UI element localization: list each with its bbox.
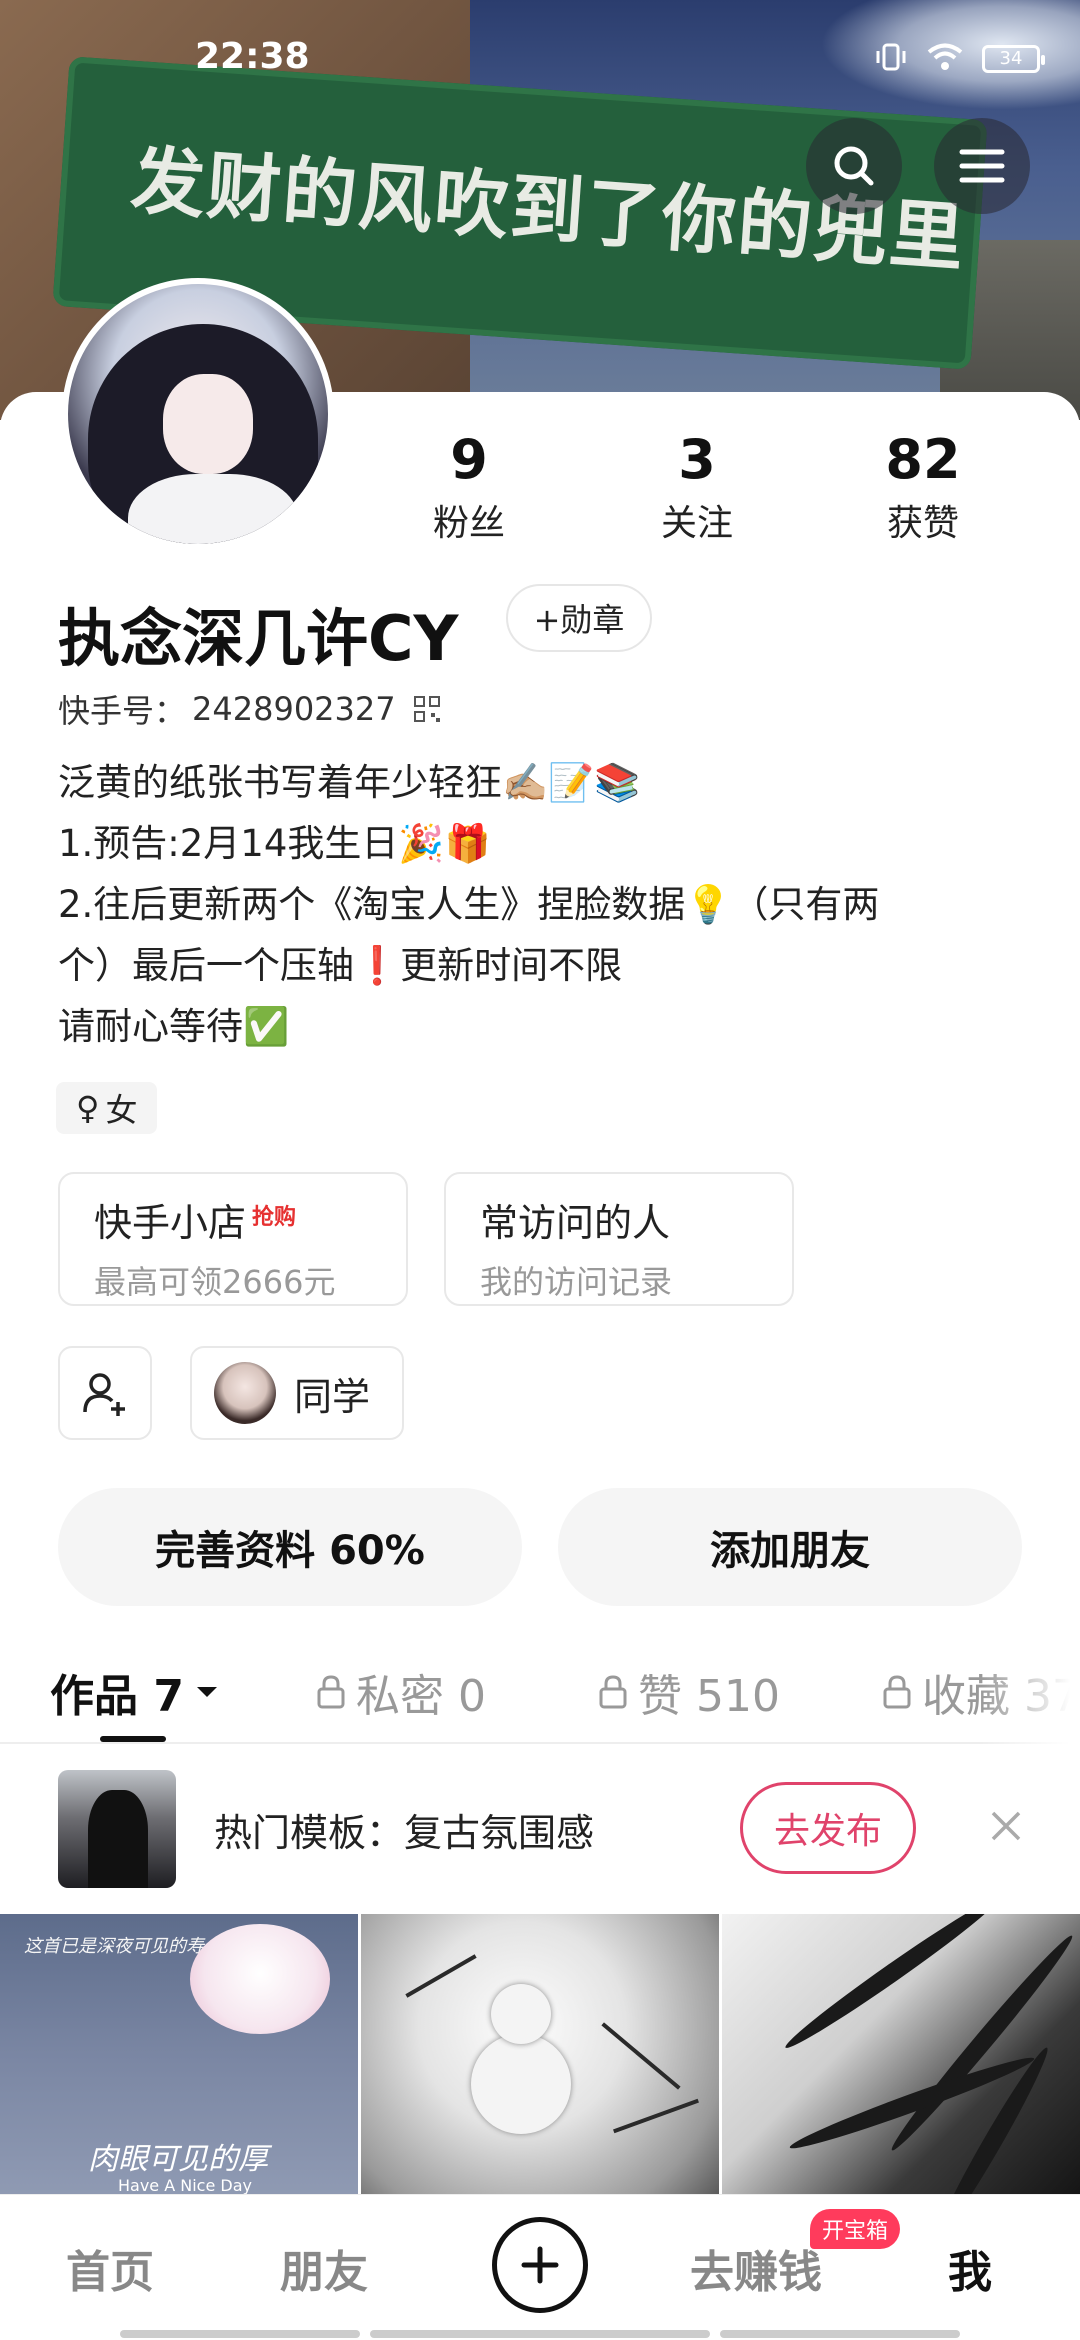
caret-down-icon — [196, 1687, 217, 1697]
stat-followers-label: 粉丝 — [432, 503, 505, 544]
kuaishou-id-value: 2428902327 — [192, 690, 396, 728]
tab-works[interactable]: 作品 7 — [50, 1640, 220, 1744]
nav-earn[interactable]: 去赚钱 — [676, 2195, 836, 2340]
close-icon — [991, 1811, 1021, 1841]
stat-likes-value: 82 — [885, 428, 961, 491]
status-time: 22:38 — [195, 36, 310, 77]
tab-liked-label: 赞 510 — [638, 1671, 780, 1722]
add-friend-button[interactable]: 添加朋友 — [558, 1488, 1022, 1606]
close-button[interactable] — [978, 1798, 1034, 1854]
search-icon — [834, 146, 874, 186]
work-thumbnail[interactable] — [361, 1914, 719, 2194]
nav-home[interactable]: 首页 — [40, 2195, 180, 2340]
avatar[interactable] — [62, 278, 334, 550]
tab-private-label: 私密 0 — [356, 1671, 486, 1722]
battery-icon: 34 — [982, 45, 1045, 73]
create-button[interactable] — [492, 2217, 588, 2313]
bio-line: 请耐心等待✅ — [58, 1005, 290, 1048]
active-tab-indicator — [100, 1736, 166, 1742]
template-text: 热门模板：复古氛围感 — [214, 1811, 595, 1855]
vibrate-icon — [874, 42, 908, 76]
menu-icon — [959, 149, 1005, 183]
plus-icon — [521, 2246, 559, 2284]
stat-likes[interactable]: 82 获赞 — [848, 430, 998, 546]
work-thumbnail[interactable] — [722, 1914, 1080, 2194]
gender-tag: ♀ 女 — [56, 1082, 158, 1134]
bio-line: 1.预告:2月14我生日🎉🎁 — [58, 822, 491, 865]
username: 执念深几许CY — [58, 602, 459, 675]
tile-caption-main: 肉眼可见的厚 — [88, 2142, 268, 2177]
stat-following[interactable]: 3 关注 — [622, 430, 772, 546]
frequent-visitors-card[interactable]: 常访问的人 我的访问记录 — [444, 1172, 794, 1306]
bio: 泛黄的纸张书写着年少轻狂✍🏼📝📚 1.预告:2月14我生日🎉🎁 2.往后更新两个… — [58, 752, 1018, 1057]
lock-icon — [883, 1675, 911, 1709]
bio-line: 个）最后一个压轴❗更新时间不限 — [58, 944, 623, 987]
classmate-avatar — [214, 1362, 276, 1424]
female-icon: ♀ — [76, 1089, 100, 1127]
visitors-title: 常访问的人 — [480, 1201, 671, 1245]
content-tabs: 作品 7 私密 0 赞 510 收藏 37 — [0, 1640, 1080, 1744]
tile-caption-top: 这首已是深夜可见的寿 — [24, 1936, 204, 1957]
bio-line: 2.往后更新两个《淘宝人生》捏脸数据💡（只有两 — [58, 883, 880, 926]
lock-icon — [317, 1675, 345, 1709]
work-thumbnail[interactable]: 这首已是深夜可见的寿 肉眼可见的厚 Have A Nice Day — [0, 1914, 358, 2194]
shop-subtitle: 最高可领2666元 — [94, 1263, 336, 1301]
status-bar: 22:38 34 — [0, 0, 1080, 120]
add-person-icon — [83, 1373, 125, 1416]
classmate-label: 同学 — [294, 1374, 371, 1419]
tab-private[interactable]: 私密 0 — [316, 1640, 486, 1744]
add-person-button[interactable] — [58, 1346, 152, 1440]
nav-friends[interactable]: 朋友 — [254, 2195, 394, 2340]
hot-badge: 抢购 — [252, 1205, 297, 1230]
wifi-icon — [926, 42, 964, 76]
complete-profile-button[interactable]: 完善资料 60% — [58, 1488, 522, 1606]
kuaishou-id-label: 快手号： — [58, 692, 187, 730]
search-button[interactable] — [806, 118, 902, 214]
nav-me[interactable]: 我 — [930, 2195, 1010, 2340]
classmate-button[interactable]: 同学 — [190, 1346, 404, 1440]
kuaishou-shop-card[interactable]: 快手小店 抢购 最高可领2666元 — [58, 1172, 408, 1306]
stat-followers[interactable]: 9 粉丝 — [394, 430, 544, 546]
status-icons: 34 — [874, 42, 1045, 76]
visitors-subtitle: 我的访问记录 — [480, 1263, 673, 1301]
gender-label: 女 — [105, 1091, 138, 1129]
template-thumbnail — [58, 1770, 176, 1888]
works-grid: 这首已是深夜可见的寿 肉眼可见的厚 Have A Nice Day — [0, 1914, 1080, 2194]
kuaishou-id[interactable]: 快手号： 2428902327 — [58, 686, 442, 732]
tile-caption-sub: Have A Nice Day — [118, 2176, 252, 2194]
stat-likes-label: 获赞 — [886, 503, 959, 544]
tab-fade — [980, 1640, 1080, 1744]
stat-followers-value: 9 — [450, 428, 488, 491]
bio-line: 泛黄的纸张书写着年少轻狂✍🏼📝📚 — [58, 761, 641, 804]
tab-works-label: 作品 7 — [50, 1671, 184, 1722]
home-indicator — [0, 2326, 1080, 2340]
stat-following-value: 3 — [678, 428, 716, 491]
publish-button[interactable]: 去发布 — [740, 1782, 916, 1874]
menu-button[interactable] — [934, 118, 1030, 214]
open-chest-badge: 开宝箱 — [810, 2209, 901, 2249]
template-banner[interactable]: 热门模板：复古氛围感 去发布 — [0, 1752, 1080, 1900]
shop-title: 快手小店 — [94, 1201, 247, 1245]
bottom-nav: 首页 朋友 去赚钱 开宝箱 我 — [0, 2194, 1080, 2340]
lock-icon — [599, 1675, 627, 1709]
qr-code-icon[interactable] — [412, 694, 442, 724]
cartoon-sticker — [190, 1924, 330, 2034]
stat-following-label: 关注 — [660, 503, 733, 544]
tab-liked[interactable]: 赞 510 — [598, 1640, 780, 1744]
add-medal-button[interactable]: +勋章 — [506, 584, 652, 652]
